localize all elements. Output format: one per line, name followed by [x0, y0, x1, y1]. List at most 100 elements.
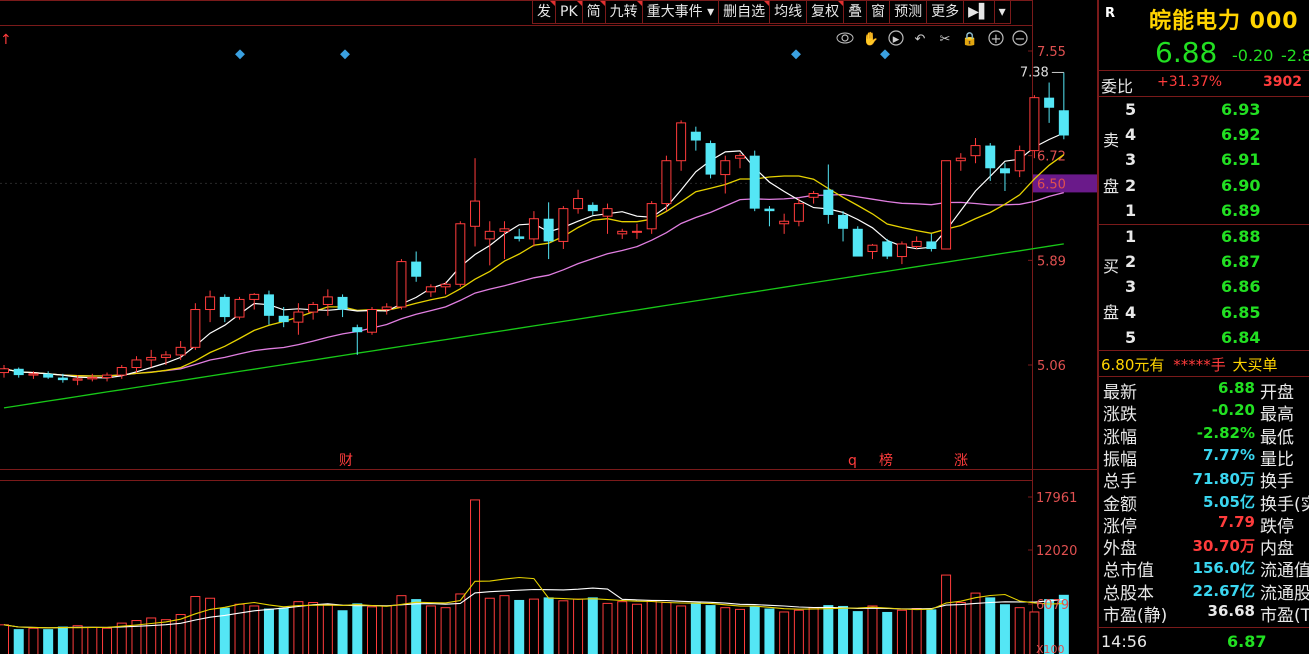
toolbar-fuquan-button[interactable]: 复权 — [806, 0, 844, 24]
scissors-icon[interactable]: ✂ — [940, 32, 951, 47]
candle-up[interactable] — [528, 218, 539, 240]
candle-down[interactable] — [352, 327, 363, 333]
financial-report-marker[interactable]: 财 — [339, 453, 353, 469]
volume-bar-up[interactable] — [676, 605, 687, 654]
volume-bar-up[interactable] — [573, 598, 584, 654]
volume-bar-up[interactable] — [425, 605, 436, 654]
volume-bar-up[interactable] — [293, 601, 304, 654]
candle-up[interactable] — [955, 157, 966, 162]
candle-down[interactable] — [543, 218, 554, 242]
zoom-out-icon[interactable]: − — [1012, 30, 1028, 47]
toolbar-jian-button[interactable]: 简 — [581, 0, 605, 24]
volume-bar-up[interactable] — [470, 499, 481, 654]
candle-down[interactable] — [690, 131, 701, 141]
candle-up[interactable] — [661, 160, 672, 205]
candle-up[interactable] — [941, 160, 952, 250]
volume-bar-down[interactable] — [690, 602, 701, 654]
candle-up[interactable] — [793, 203, 804, 222]
volume-bar-up[interactable] — [911, 608, 922, 654]
volume-bar-up[interactable] — [484, 597, 495, 654]
candle-up[interactable] — [160, 354, 171, 358]
candle-down[interactable] — [337, 296, 348, 310]
toolbar-chuang-button[interactable]: 窗 — [866, 0, 890, 24]
volume-bar-down[interactable] — [985, 597, 996, 654]
volume-bar-down[interactable] — [587, 597, 598, 654]
candle-down[interactable] — [278, 315, 289, 323]
candle-down[interactable] — [1044, 97, 1055, 108]
play-icon[interactable]: ▸ — [888, 30, 904, 47]
candle-up[interactable] — [573, 198, 584, 210]
candle-up[interactable] — [234, 298, 245, 318]
candle-up[interactable] — [0, 368, 9, 374]
candle-down[interactable] — [764, 208, 775, 212]
volume-bar-up[interactable] — [190, 596, 201, 654]
volume-bar-up[interactable] — [249, 605, 260, 654]
candle-up[interactable] — [205, 296, 216, 311]
candle-down[interactable] — [999, 168, 1010, 174]
volume-bar-down[interactable] — [263, 608, 274, 654]
sell-price-5[interactable]: 6.89 — [1221, 201, 1260, 220]
volume-bar-down[interactable] — [823, 605, 834, 654]
volume-bar-up[interactable] — [28, 627, 39, 654]
candle-up[interactable] — [322, 296, 333, 305]
volume-bar-up[interactable] — [0, 624, 9, 654]
volume-bar-down[interactable] — [838, 605, 849, 654]
candle-up[interactable] — [808, 192, 819, 198]
kline-chart-area[interactable]: 7.55 6.72 6.50 5.89 5.06 7.38 ↑ 财 q 榜 涨 ✋ ▸ ↶ ✂ 🔒 + − 1796… — [0, 0, 1098, 654]
candle-up[interactable] — [911, 240, 922, 247]
candle-down[interactable] — [587, 204, 598, 212]
candle-up[interactable] — [72, 378, 83, 381]
volume-bar-up[interactable] — [941, 574, 952, 654]
candle-up[interactable] — [646, 203, 657, 230]
volume-bar-down[interactable] — [411, 599, 422, 654]
candle-up[interactable] — [631, 230, 642, 233]
volume-bar-up[interactable] — [970, 592, 981, 654]
sell-price-3[interactable]: 6.91 — [1221, 150, 1260, 169]
candle-up[interactable] — [175, 346, 186, 356]
event-diamond-icon[interactable] — [791, 49, 801, 60]
volume-bar-up[interactable] — [499, 595, 510, 654]
candle-up[interactable] — [87, 377, 98, 380]
candle-up[interactable] — [470, 200, 481, 227]
volume-bar-up[interactable] — [116, 622, 127, 654]
candle-down[interactable] — [514, 236, 525, 239]
volume-bar-down[interactable] — [337, 610, 348, 654]
candle-up[interactable] — [425, 286, 436, 293]
candle-down[interactable] — [411, 261, 422, 277]
candle-down[interactable] — [926, 241, 937, 249]
volume-bar-down[interactable] — [852, 611, 863, 654]
volume-bar-up[interactable] — [720, 607, 731, 654]
toolbar-gengduo-button[interactable]: 更多 — [926, 0, 964, 24]
candle-up[interactable] — [896, 243, 907, 258]
volume-bar-up[interactable] — [793, 609, 804, 654]
candle-up[interactable] — [676, 122, 687, 162]
sell-price-2[interactable]: 6.92 — [1221, 125, 1260, 144]
volume-bar-up[interactable] — [558, 600, 569, 654]
candle-down[interactable] — [749, 155, 760, 209]
buy-price-1[interactable]: 6.88 — [1221, 227, 1260, 246]
limit-up-marker[interactable]: 涨 — [954, 453, 968, 469]
candle-down[interactable] — [838, 214, 849, 229]
volume-bar-up[interactable] — [367, 606, 377, 654]
candle-down[interactable] — [219, 296, 230, 318]
toolbar-shanzixuan-button[interactable]: 删自选 — [718, 0, 770, 24]
candle-up[interactable] — [381, 306, 392, 311]
candle-up[interactable] — [779, 220, 790, 225]
q-marker[interactable]: q — [848, 453, 857, 469]
volume-bar-down[interactable] — [514, 599, 525, 654]
volume-bar-up[interactable] — [440, 607, 451, 654]
volume-bar-up[interactable] — [661, 602, 672, 654]
volume-bar-up[interactable] — [631, 603, 642, 654]
sell-price-1[interactable]: 6.93 — [1221, 100, 1260, 119]
buy-price-5[interactable]: 6.84 — [1221, 328, 1260, 347]
event-diamond-icon[interactable] — [340, 49, 350, 60]
buy-price-4[interactable]: 6.85 — [1221, 303, 1260, 322]
candle-up[interactable] — [293, 311, 304, 323]
volume-bar-down[interactable] — [352, 603, 363, 654]
candle-up[interactable] — [499, 228, 510, 232]
sell-price-4[interactable]: 6.90 — [1221, 176, 1260, 195]
candle-up[interactable] — [396, 261, 407, 308]
volume-bar-down[interactable] — [543, 597, 554, 654]
candle-up[interactable] — [484, 230, 495, 240]
candle-down[interactable] — [1058, 110, 1069, 136]
